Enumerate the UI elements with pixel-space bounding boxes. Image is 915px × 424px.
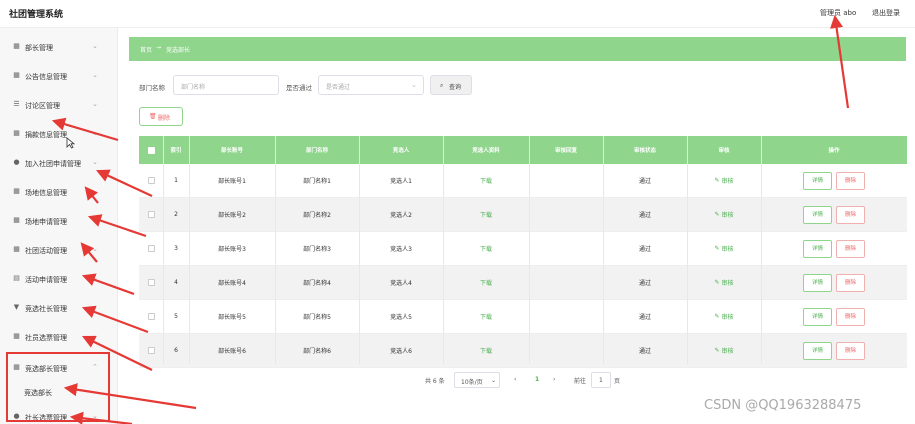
annotation-arrows: [51, 14, 850, 424]
pointer-cursor-icon: [66, 137, 75, 149]
watermark: CSDN @QQ1963288475: [704, 398, 862, 413]
annotation-arrow: [80, 242, 98, 263]
annotation-arrow: [96, 169, 153, 197]
annotation-arrow: [81, 305, 149, 334]
annotation-arrow: [84, 186, 99, 204]
annotation-arrow: [830, 14, 850, 109]
annotation-arrow: [82, 335, 153, 371]
annotation-arrow: [87, 214, 147, 238]
annotation-arrow: [51, 117, 119, 142]
annotation-arrow: [81, 273, 135, 296]
annotation-arrow: [69, 411, 133, 424]
annotation-arrow: [63, 383, 197, 410]
